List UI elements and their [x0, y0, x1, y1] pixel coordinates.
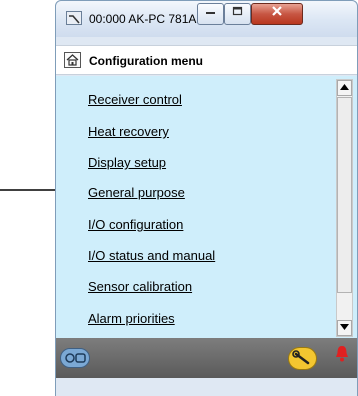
- menu-item-display-setup[interactable]: Display setup: [88, 155, 166, 170]
- menu-item-heat-recovery[interactable]: Heat recovery: [88, 124, 169, 139]
- menu-item-alarm-priorities[interactable]: Alarm priorities: [88, 311, 175, 326]
- maximize-icon: [232, 6, 243, 16]
- menu-header: Configuration menu: [56, 45, 357, 75]
- menu-item-general-purpose[interactable]: General purpose: [88, 185, 185, 200]
- menu-item-sensor-calibration[interactable]: Sensor calibration: [88, 279, 192, 294]
- scroll-up-button[interactable]: [337, 80, 352, 96]
- minimize-icon: [206, 12, 215, 14]
- page-title: Configuration menu: [89, 54, 203, 68]
- arrow-down-icon: [340, 324, 349, 330]
- controller-icon[interactable]: [60, 348, 90, 368]
- arrow-up-icon: [340, 84, 349, 90]
- app-icon: [66, 11, 82, 25]
- close-button[interactable]: [251, 3, 303, 25]
- scroll-thumb[interactable]: [337, 97, 352, 293]
- home-icon[interactable]: [64, 52, 81, 68]
- alarm-bell-icon[interactable]: [335, 345, 349, 363]
- menu-item-receiver-control[interactable]: Receiver control: [88, 92, 182, 107]
- status-bar: [56, 338, 357, 378]
- menu-content: Receiver control Heat recovery Display s…: [56, 76, 357, 338]
- window-title: 00:000 AK-PC 781A: [89, 12, 197, 26]
- window-bottom-frame: [56, 378, 357, 396]
- menu-item-io-status-and-manual[interactable]: I/O status and manual: [88, 248, 215, 263]
- menu-list: Receiver control Heat recovery Display s…: [56, 76, 336, 338]
- wrench-icon[interactable]: [288, 347, 317, 370]
- app-window: 00:000 AK-PC 781A Configuration menu Rec…: [55, 0, 358, 396]
- title-bar[interactable]: 00:000 AK-PC 781A: [56, 1, 357, 37]
- close-icon: [272, 6, 282, 16]
- maximize-button[interactable]: [224, 3, 251, 25]
- scroll-down-button[interactable]: [337, 320, 352, 336]
- vertical-scrollbar[interactable]: [336, 79, 353, 337]
- menu-item-io-configuration[interactable]: I/O configuration: [88, 217, 183, 232]
- minimize-button[interactable]: [197, 3, 224, 25]
